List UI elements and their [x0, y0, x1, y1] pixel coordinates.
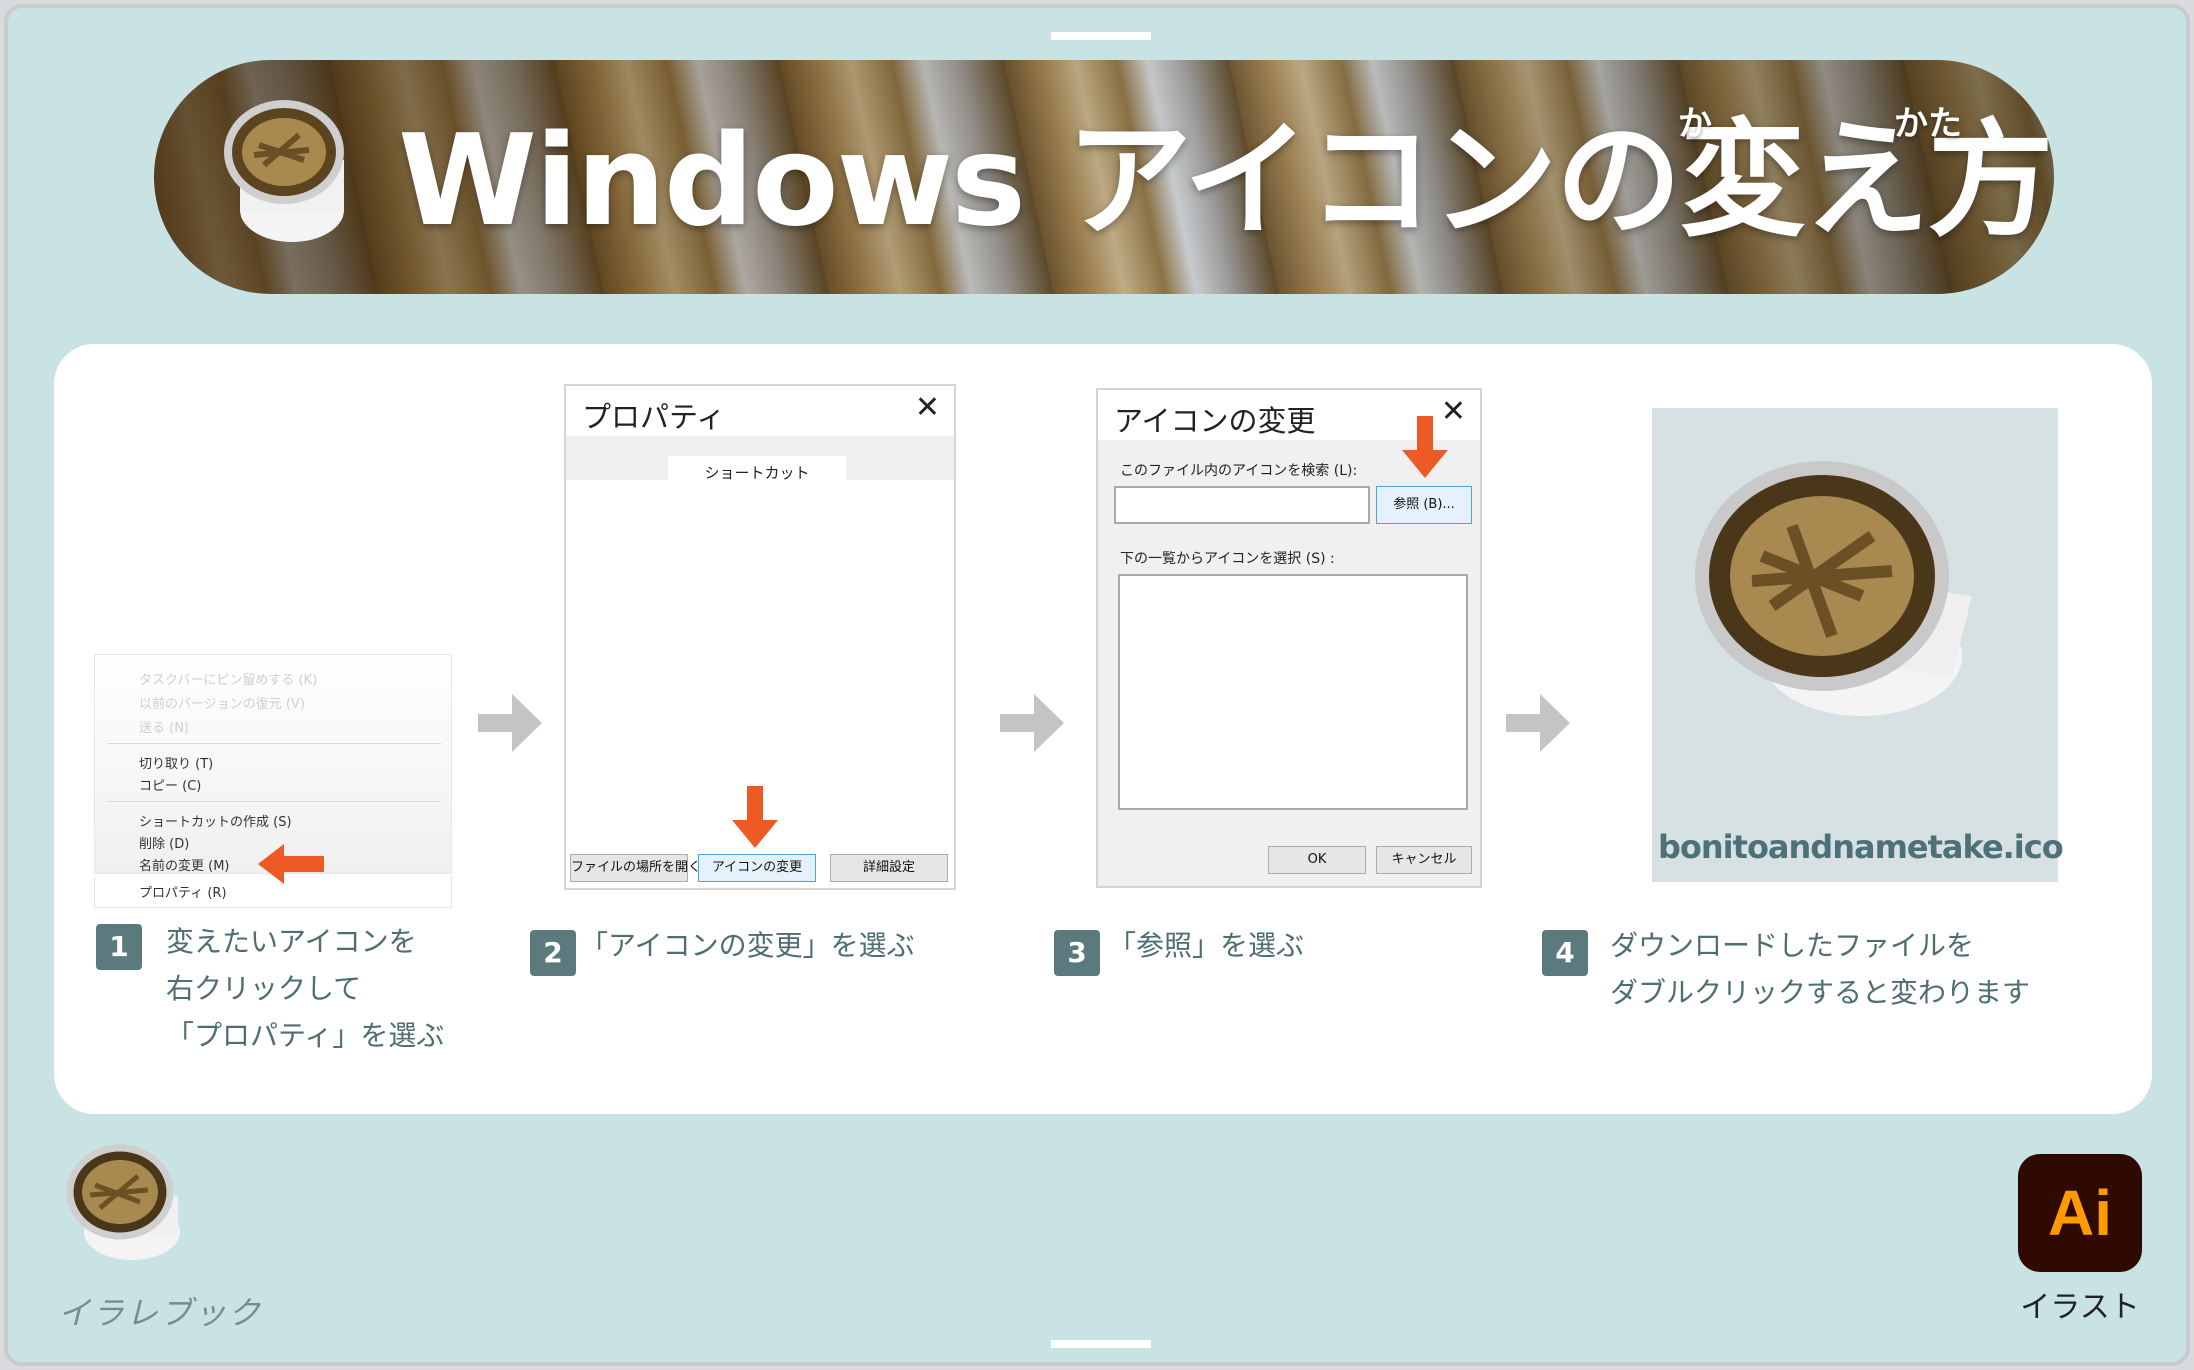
- frame-notch-top: [1051, 32, 1151, 40]
- brand-name: イラレブック: [58, 1294, 263, 1332]
- menu-item-restore: 以前のバージョンの復元 (V): [139, 697, 305, 712]
- step-3-badge: 3: [1054, 930, 1100, 976]
- ruby-ka: か: [1678, 104, 1712, 144]
- ok-button[interactable]: OK: [1268, 846, 1366, 874]
- step-4-caption: ダウンロードしたファイルを ダブルクリックすると変わります: [1610, 922, 2030, 1016]
- tab-shortcut[interactable]: ショートカット: [668, 456, 846, 490]
- step-1-badge: 1: [96, 924, 142, 970]
- dialog-title: アイコンの変更: [1114, 404, 1316, 438]
- arrow-right-icon: [1000, 694, 1064, 752]
- menu-item-rename[interactable]: 名前の変更 (M): [139, 855, 230, 874]
- banner-title: Windows アイコンの変え方: [398, 107, 2054, 254]
- menu-item-send: 送る (N): [139, 721, 190, 736]
- menu-item-copy[interactable]: コピー (C): [139, 775, 201, 794]
- caption-line: 変えたいアイコンを: [166, 925, 417, 958]
- menu-item-properties[interactable]: プロパティ (R): [139, 882, 227, 901]
- step-2-badge: 2: [530, 930, 576, 976]
- menu-separator: [107, 801, 441, 802]
- menu-item-create-shortcut[interactable]: ショートカットの作成 (S): [139, 811, 292, 830]
- icon-listbox[interactable]: [1118, 574, 1468, 810]
- instruction-card: タスクバーにピン留めする (K) 以前のバージョンの復元 (V) 送る (N) …: [54, 344, 2152, 1114]
- arrow-right-icon: [1506, 694, 1570, 752]
- arrow-left-icon: [258, 844, 324, 884]
- browse-button[interactable]: 参照 (B)...: [1376, 486, 1472, 524]
- context-menu: タスクバーにピン留めする (K) 以前のバージョンの復元 (V) 送る (N) …: [94, 654, 452, 874]
- step-3-caption: 「参照」を選ぶ: [1108, 929, 1305, 962]
- menu-separator: [107, 743, 441, 744]
- menu-item-delete[interactable]: 削除 (D): [139, 833, 189, 852]
- arrow-down-icon: [1402, 416, 1448, 478]
- caption-line: 右クリックして: [166, 972, 362, 1005]
- page-frame: Windows アイコンの変え方 か かた タスクバーにピン留めする (K) 以…: [4, 4, 2190, 1366]
- result-icon-preview: bonitoandnametake.ico: [1652, 408, 2064, 882]
- caption-line: ダウンロードしたファイルを: [1610, 929, 1975, 962]
- frame-notch-bottom: [1051, 1340, 1151, 1348]
- advanced-button[interactable]: 詳細設定: [830, 854, 948, 882]
- illustrator-caption: イラスト: [2020, 1290, 2140, 1325]
- caption-line: 「プロパティ」を選ぶ: [166, 1019, 445, 1052]
- arrow-down-icon: [732, 786, 778, 848]
- illustrator-logo: Ai: [2018, 1154, 2142, 1272]
- icon-path-input[interactable]: [1114, 486, 1370, 524]
- title-banner: Windows アイコンの変え方 か かた: [154, 60, 2054, 294]
- change-icon-button[interactable]: アイコンの変更: [698, 854, 816, 882]
- ico-file-name: bonitoandnametake.ico: [1658, 828, 2064, 866]
- brand-jar-icon: [66, 1144, 180, 1260]
- ruby-kata: かた: [1894, 104, 1962, 144]
- arrow-right-icon: [478, 694, 542, 752]
- open-location-button[interactable]: ファイルの場所を開く: [570, 854, 701, 882]
- jar-icon: [224, 100, 344, 242]
- step-4-badge: 4: [1542, 930, 1588, 976]
- dialog-title: プロパティ: [582, 400, 726, 434]
- jar-icon: [1695, 461, 1972, 716]
- cancel-button[interactable]: キャンセル: [1376, 846, 1472, 874]
- menu-item-pin: タスクバーにピン留めする (K): [139, 673, 318, 688]
- close-icon[interactable]: ✕: [915, 390, 940, 425]
- menu-item-cut[interactable]: 切り取り (T): [139, 753, 213, 772]
- step-2-caption: 「アイコンの変更」を選ぶ: [580, 929, 915, 962]
- step-1-caption: 変えたいアイコンを 右クリックして 「プロパティ」を選ぶ: [166, 918, 444, 1059]
- caption-line: ダブルクリックすると変わります: [1610, 976, 2031, 1009]
- search-label: このファイル内のアイコンを検索 (L):: [1120, 463, 1358, 479]
- list-label: 下の一覧からアイコンを選択 (S) :: [1120, 551, 1335, 567]
